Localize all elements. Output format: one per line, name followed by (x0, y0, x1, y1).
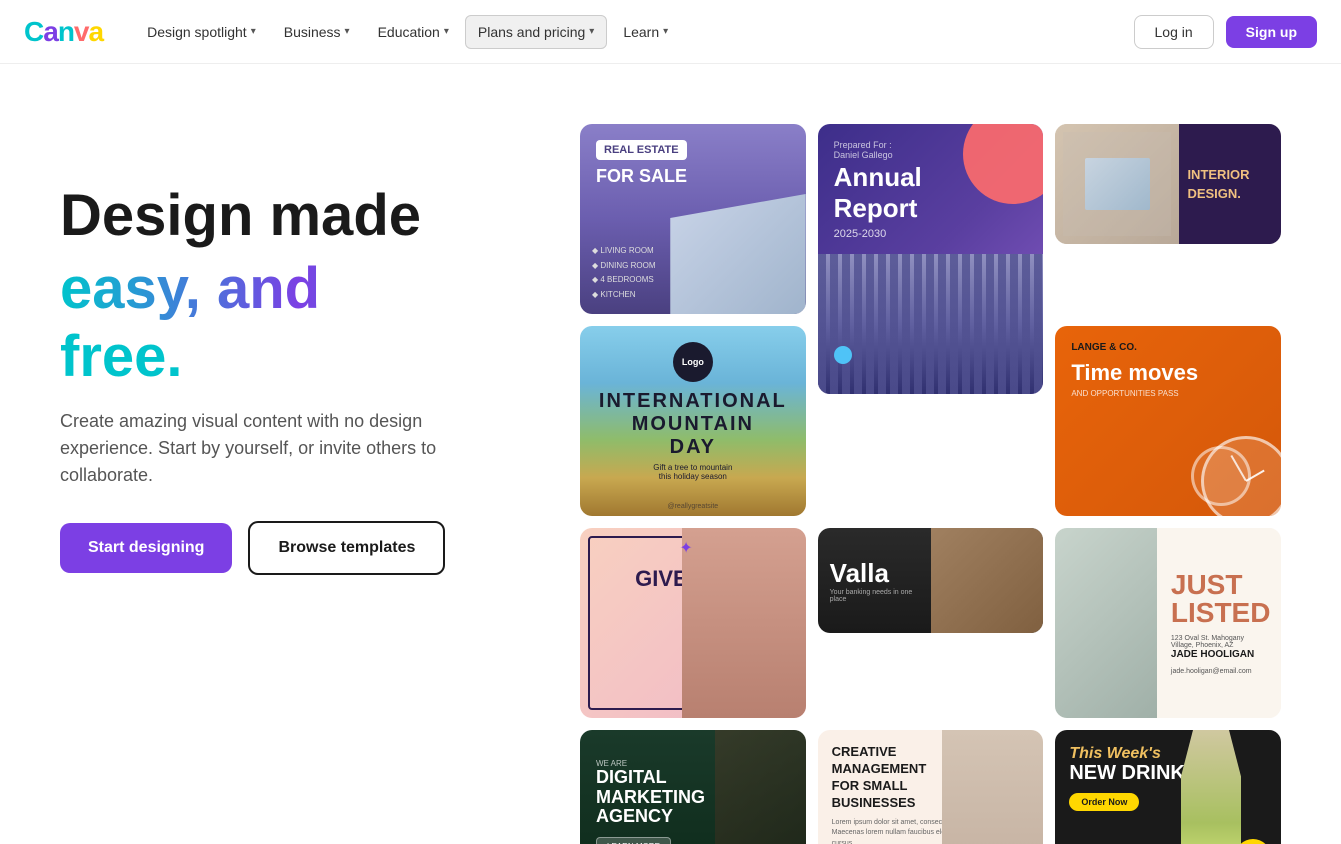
annual-buildings (818, 254, 1044, 394)
just-listed-agent: JADE HOOLIGAN (1171, 649, 1267, 660)
time-clock-2 (1191, 446, 1251, 506)
time-title: Time moves (1071, 361, 1265, 385)
chevron-down-icon: ▾ (251, 26, 256, 37)
digital-person-shadow (715, 730, 805, 844)
valla-description: Your banking needs in one place (830, 589, 921, 603)
real-estate-title: FOR SALE (596, 166, 790, 187)
hero-title-line1: Design made (60, 184, 540, 248)
just-listed-content: JUSTLISTED 123 Oval St. Mahogany Village… (1157, 528, 1281, 718)
login-button[interactable]: Log in (1134, 15, 1214, 49)
template-card-drinks[interactable]: This Week's NEW DRINKS Order Now 20% (1055, 730, 1281, 844)
time-subtitle: AND OPPORTUNITIES PASS (1071, 389, 1265, 398)
mountain-logo: Logo (673, 342, 713, 382)
start-designing-button[interactable]: Start designing (60, 523, 232, 573)
chevron-down-icon: ▾ (663, 26, 668, 37)
template-card-annual-report[interactable]: Prepared For :Daniel Gallego AnnualRepor… (818, 124, 1044, 394)
signup-button[interactable]: Sign up (1226, 16, 1317, 48)
template-card-digital-marketing[interactable]: WE ARE DIGITALMARKETINGAGENCY LEARN MORE (580, 730, 806, 844)
time-company: LANGE & CO. (1071, 342, 1265, 353)
nav-learn[interactable]: Learn ▾ (611, 16, 680, 48)
nav-plans-pricing[interactable]: Plans and pricing ▾ (465, 15, 607, 49)
just-listed-photo (1055, 528, 1157, 718)
template-card-just-listed[interactable]: JUSTLISTED 123 Oval St. Mahogany Village… (1055, 528, 1281, 718)
mountain-handle: @reallygreatsite (667, 503, 718, 510)
main-content: Design made easy, and free. Create amazi… (0, 64, 1341, 844)
drinks-order-button[interactable]: Order Now (1069, 793, 1139, 811)
nav-auth: Log in Sign up (1134, 15, 1317, 49)
chevron-down-icon: ▾ (444, 26, 449, 37)
just-listed-address: 123 Oval St. Mahogany Village, Phoenix, … (1171, 635, 1267, 649)
drinks-image (1181, 730, 1241, 844)
just-listed-title: JUSTLISTED (1171, 571, 1267, 627)
chevron-down-icon: ▾ (345, 26, 350, 37)
template-card-mountain[interactable]: Logo INTERNATIONALMOUNTAINDAY Gift a tre… (580, 326, 806, 516)
annual-dot-decoration (834, 346, 852, 364)
template-grid: REAL ESTATE FOR SALE ◆ LIVING ROOM◆ DINI… (540, 124, 1281, 844)
template-card-valla[interactable]: Valla Your banking needs in one place (818, 528, 1044, 633)
hero-buttons: Start designing Browse templates (60, 521, 540, 575)
chevron-down-icon: ▾ (589, 26, 594, 37)
hero-title-line2: easy, and (60, 256, 540, 323)
template-card-real-estate[interactable]: REAL ESTATE FOR SALE ◆ LIVING ROOM◆ DINI… (580, 124, 806, 314)
nav-education[interactable]: Education ▾ (366, 16, 461, 48)
nav-items: Design spotlight ▾ Business ▾ Education … (135, 15, 1133, 49)
just-listed-agent-info: jade.hooligan@email.com (1171, 668, 1267, 675)
hero-section: Design made easy, and free. Create amazi… (60, 124, 540, 575)
digital-learn-more[interactable]: LEARN MORE (596, 837, 671, 844)
mountain-title: INTERNATIONALMOUNTAINDAY (599, 390, 787, 459)
real-estate-details: ◆ LIVING ROOM◆ DINING ROOM◆ 4 BEDROOMS◆ … (592, 244, 655, 302)
interior-text: INTERIOR DESIGN. (1187, 165, 1273, 204)
real-estate-badge: REAL ESTATE (596, 140, 687, 160)
canva-logo[interactable]: Canva (24, 16, 103, 48)
interior-title: INTERIOR (1187, 165, 1273, 185)
giveaway-person-photo (682, 528, 806, 718)
annual-city-image (818, 254, 1044, 394)
annual-report-year: 2025-2030 (834, 228, 1028, 240)
hero-title-line3: free. (60, 322, 540, 392)
nav-business[interactable]: Business ▾ (272, 16, 362, 48)
interior-info: INTERIOR DESIGN. (1179, 124, 1281, 244)
interior-photo (1055, 124, 1179, 244)
template-card-creative[interactable]: CREATIVEMANAGEMENTFOR SMALLBUSINESSES Lo… (818, 730, 1044, 844)
drinks-title-line1: This Week's (1069, 744, 1267, 763)
real-estate-house-image (670, 194, 805, 314)
mountain-subtitle: Gift a tree to mountainthis holiday seas… (653, 463, 732, 481)
template-card-interior[interactable]: INTERIOR DESIGN. (1055, 124, 1281, 244)
star-icon: ✦ (679, 538, 692, 558)
navbar: Canva Design spotlight ▾ Business ▾ Educ… (0, 0, 1341, 64)
hero-subtitle: Create amazing visual content with no de… (60, 408, 480, 489)
nav-design-spotlight[interactable]: Design spotlight ▾ (135, 16, 268, 48)
interior-design-label: DESIGN. (1187, 184, 1273, 204)
browse-templates-button[interactable]: Browse templates (248, 521, 445, 575)
template-card-time[interactable]: LANGE & CO. Time moves AND OPPORTUNITIES… (1055, 326, 1281, 516)
template-card-giveaway[interactable]: ✦ GIVEAWAY (580, 528, 806, 718)
valla-name: Valla (830, 558, 1032, 589)
creative-person-photo (942, 730, 1044, 844)
